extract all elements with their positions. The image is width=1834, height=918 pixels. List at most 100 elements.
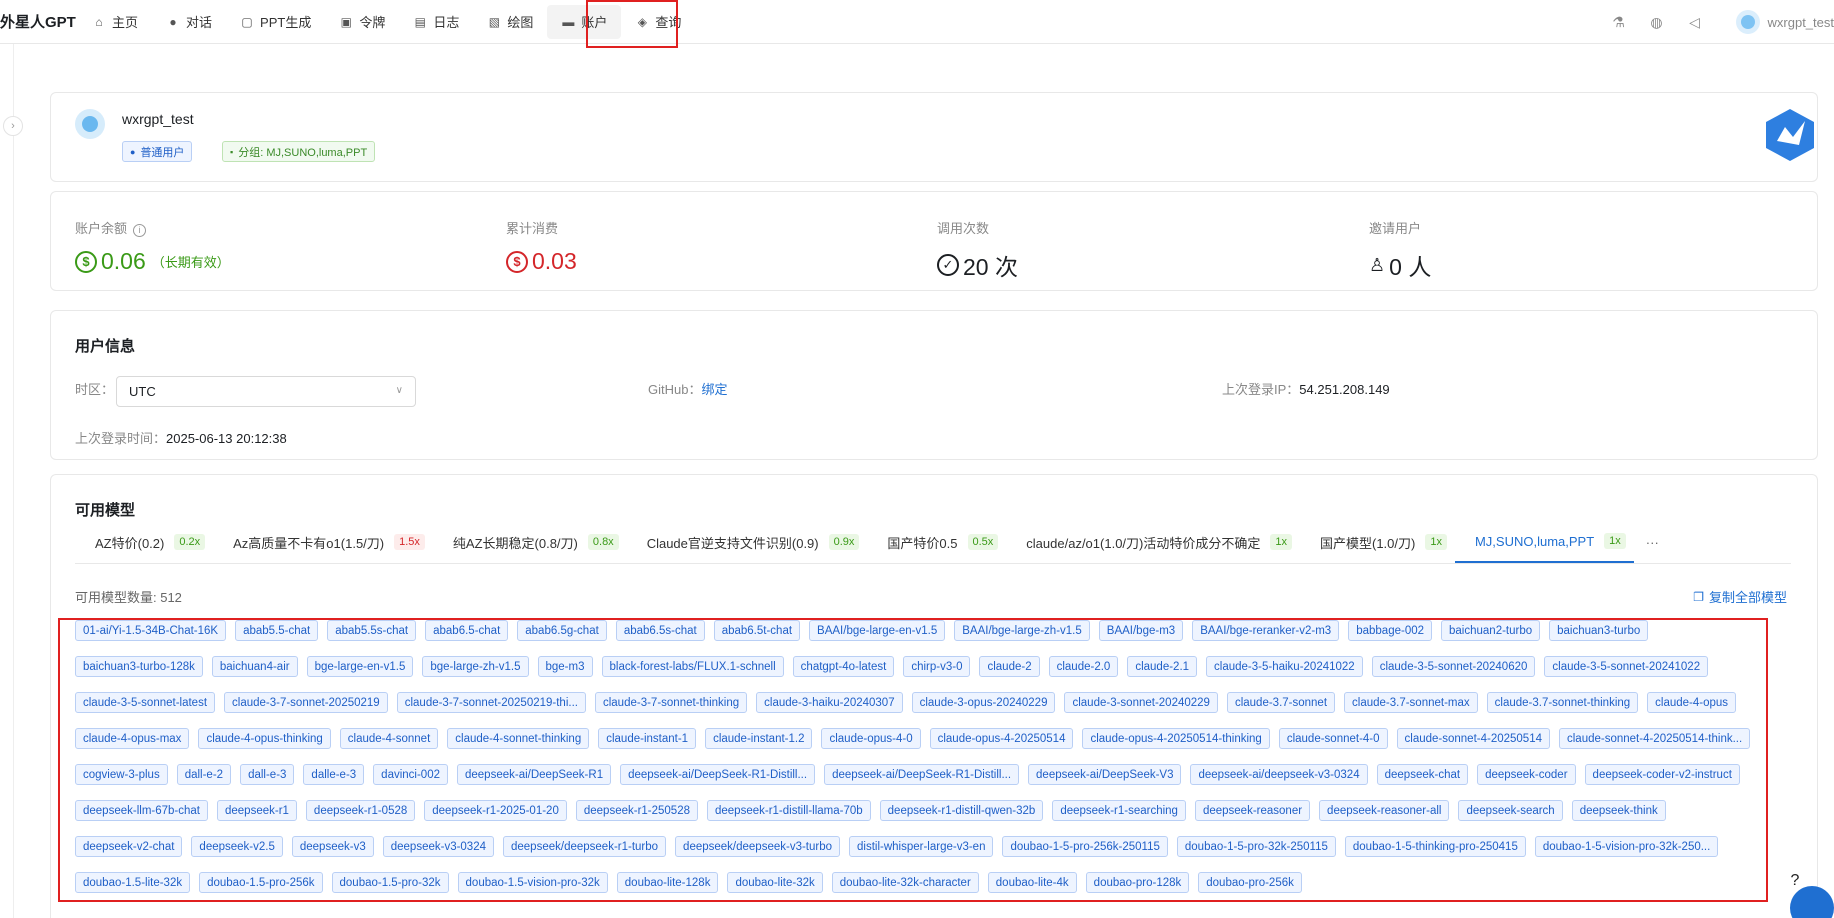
tab-group-3[interactable]: Claude官逆支持文件识别(0.9) 0.9x xyxy=(627,521,868,563)
model-tag[interactable]: doubao-1.5-lite-32k xyxy=(75,872,191,893)
model-tag[interactable]: distil-whisper-large-v3-en xyxy=(849,836,994,857)
model-tag[interactable]: deepseek-r1-distill-llama-70b xyxy=(707,800,871,821)
nav-item-2[interactable]: ▢ PPT生成 xyxy=(226,5,325,39)
model-tag[interactable]: doubao-1.5-pro-32k xyxy=(331,872,449,893)
model-tag[interactable]: claude-4-opus-thinking xyxy=(198,728,331,749)
model-tag[interactable]: doubao-1.5-pro-256k xyxy=(199,872,323,893)
model-tag[interactable]: claude-3-sonnet-20240229 xyxy=(1064,692,1218,713)
model-tag[interactable]: deepseek-ai/deepseek-v3-0324 xyxy=(1190,764,1368,785)
model-tag[interactable]: doubao-1-5-thinking-pro-250415 xyxy=(1344,836,1526,857)
model-tag[interactable]: claude-3-haiku-20240307 xyxy=(756,692,903,713)
model-tag[interactable]: claude-4-opus-max xyxy=(75,728,190,749)
timezone-select[interactable]: UTC ∨ xyxy=(116,376,416,407)
tab-group-2[interactable]: 纯AZ长期稳定(0.8/刀) 0.8x xyxy=(433,521,627,563)
tab-group-7[interactable]: MJ,SUNO,luma,PPT 1x xyxy=(1454,521,1634,563)
model-tag[interactable]: doubao-1-5-vision-pro-32k-250... xyxy=(1534,836,1719,857)
nav-item-1[interactable]: ● 对话 xyxy=(152,5,226,39)
model-tag[interactable]: deepseek-ai/DeepSeek-R1 xyxy=(457,764,612,785)
model-tag[interactable]: claude-sonnet-4-0 xyxy=(1278,728,1388,749)
model-tag[interactable]: doubao-pro-256k xyxy=(1198,872,1302,893)
model-tag[interactable]: abab6.5s-chat xyxy=(615,620,705,641)
model-tag[interactable]: claude-opus-4-20250514-thinking xyxy=(1082,728,1270,749)
model-tag[interactable]: doubao-lite-32k xyxy=(727,872,823,893)
model-tag[interactable]: doubao-1-5-pro-32k-250115 xyxy=(1176,836,1336,857)
copy-all-button[interactable]: ❐ 复制全部模型 xyxy=(1693,587,1787,606)
announcement-icon[interactable]: ◁ xyxy=(1687,14,1703,30)
nav-item-3[interactable]: ▣ 令牌 xyxy=(325,5,399,39)
model-tag[interactable]: dall-e-3 xyxy=(240,764,295,785)
model-tag[interactable]: claude-4-sonnet-thinking xyxy=(447,728,590,749)
model-tag[interactable]: doubao-1-5-pro-256k-250115 xyxy=(1002,836,1168,857)
model-tag[interactable]: claude-2.0 xyxy=(1048,656,1119,677)
model-tag[interactable]: claude-3-5-sonnet-20241022 xyxy=(1544,656,1709,677)
model-tag[interactable]: doubao-lite-128k xyxy=(616,872,719,893)
sidebar-expand-icon[interactable]: › xyxy=(3,116,23,136)
model-tag[interactable]: doubao-lite-32k-character xyxy=(831,872,979,893)
tab-group-0[interactable]: AZ特价(0.2) 0.2x xyxy=(75,521,213,563)
model-tag[interactable]: BAAI/bge-m3 xyxy=(1098,620,1184,641)
model-tag[interactable]: abab6.5t-chat xyxy=(713,620,801,641)
model-tag[interactable]: BAAI/bge-large-zh-v1.5 xyxy=(954,620,1090,641)
model-tag[interactable]: claude-3-7-sonnet-thinking xyxy=(594,692,748,713)
model-tag[interactable]: deepseek-llm-67b-chat xyxy=(75,800,208,821)
model-tag[interactable]: bge-large-zh-v1.5 xyxy=(422,656,529,677)
tab-group-4[interactable]: 国产特价0.5 0.5x xyxy=(867,521,1006,563)
model-tag[interactable]: abab6.5g-chat xyxy=(517,620,607,641)
model-tag[interactable]: black-forest-labs/FLUX.1-schnell xyxy=(601,656,784,677)
model-tag[interactable]: claude-instant-1.2 xyxy=(705,728,813,749)
model-tag[interactable]: claude-2 xyxy=(979,656,1040,677)
github-bind-link[interactable]: 绑定 xyxy=(701,382,727,397)
flask-icon[interactable]: ⚗ xyxy=(1611,14,1627,30)
model-tag[interactable]: claude-3-5-haiku-20241022 xyxy=(1206,656,1363,677)
model-tag[interactable]: bge-large-en-v1.5 xyxy=(306,656,414,677)
model-tag[interactable]: claude-opus-4-20250514 xyxy=(929,728,1074,749)
tab-group-1[interactable]: Az高质量不卡有o1(1.5/刀) 1.5x xyxy=(213,521,433,563)
model-tag[interactable]: 01-ai/Yi-1.5-34B-Chat-16K xyxy=(75,620,227,641)
model-tag[interactable]: abab5.5s-chat xyxy=(327,620,417,641)
nav-item-4[interactable]: ▤ 日志 xyxy=(399,5,473,39)
model-tag[interactable]: deepseek-r1-distill-qwen-32b xyxy=(879,800,1044,821)
model-tag[interactable]: deepseek-coder xyxy=(1477,764,1576,785)
model-tag[interactable]: claude-3.7-sonnet xyxy=(1226,692,1336,713)
model-tag[interactable]: claude-3-5-sonnet-20240620 xyxy=(1371,656,1536,677)
tab-group-6[interactable]: 国产模型(1.0/刀) 1x xyxy=(1300,521,1455,563)
chat-support-button[interactable] xyxy=(1790,886,1834,918)
model-tag[interactable]: claude-3-7-sonnet-20250219-thi... xyxy=(396,692,586,713)
model-tag[interactable]: claude-2.1 xyxy=(1127,656,1198,677)
model-tag[interactable]: cogview-3-plus xyxy=(75,764,168,785)
model-tag[interactable]: deepseek-v2-chat xyxy=(75,836,183,857)
model-tag[interactable]: deepseek-reasoner-all xyxy=(1319,800,1450,821)
model-tag[interactable]: deepseek-ai/DeepSeek-R1-Distill... xyxy=(620,764,816,785)
model-tag[interactable]: deepseek-r1 xyxy=(216,800,297,821)
model-tag[interactable]: chirp-v3-0 xyxy=(903,656,971,677)
model-tag[interactable]: BAAI/bge-large-en-v1.5 xyxy=(809,620,946,641)
model-tag[interactable]: baichuan3-turbo xyxy=(1549,620,1649,641)
model-tag[interactable]: babbage-002 xyxy=(1348,620,1433,641)
model-tag[interactable]: claude-3.7-sonnet-max xyxy=(1344,692,1478,713)
model-tag[interactable]: claude-3-opus-20240229 xyxy=(911,692,1056,713)
model-tag[interactable]: bge-m3 xyxy=(537,656,593,677)
model-tag[interactable]: deepseek-v3-0324 xyxy=(382,836,494,857)
model-tag[interactable]: claude-4-sonnet xyxy=(339,728,439,749)
model-tag[interactable]: deepseek-reasoner xyxy=(1194,800,1311,821)
model-tag[interactable]: doubao-pro-128k xyxy=(1085,872,1190,893)
model-tag[interactable]: claude-instant-1 xyxy=(598,728,697,749)
model-tag[interactable]: deepseek-r1-0528 xyxy=(305,800,416,821)
globe-icon[interactable]: ◍ xyxy=(1649,14,1665,30)
model-tag[interactable]: deepseek-ai/DeepSeek-R1-Distill... xyxy=(824,764,1020,785)
model-tag[interactable]: deepseek-r1-searching xyxy=(1052,800,1186,821)
app-logo[interactable]: 外星人GPT xyxy=(0,11,78,32)
model-tag[interactable]: deepseek/deepseek-v3-turbo xyxy=(675,836,841,857)
model-tag[interactable]: davinci-002 xyxy=(373,764,448,785)
model-tag[interactable]: claude-3-5-sonnet-latest xyxy=(75,692,216,713)
model-tag[interactable]: deepseek-search xyxy=(1458,800,1563,821)
model-tag[interactable]: baichuan4-air xyxy=(211,656,298,677)
model-tag[interactable]: claude-sonnet-4-20250514 xyxy=(1396,728,1550,749)
model-tag[interactable]: chatgpt-4o-latest xyxy=(792,656,895,677)
model-tag[interactable]: BAAI/bge-reranker-v2-m3 xyxy=(1192,620,1340,641)
model-tag[interactable]: deepseek-chat xyxy=(1376,764,1469,785)
model-tag[interactable]: deepseek-ai/DeepSeek-V3 xyxy=(1028,764,1182,785)
model-tag[interactable]: claude-opus-4-0 xyxy=(821,728,921,749)
model-tag[interactable]: baichuan2-turbo xyxy=(1441,620,1541,641)
model-tag[interactable]: claude-4-opus xyxy=(1647,692,1737,713)
